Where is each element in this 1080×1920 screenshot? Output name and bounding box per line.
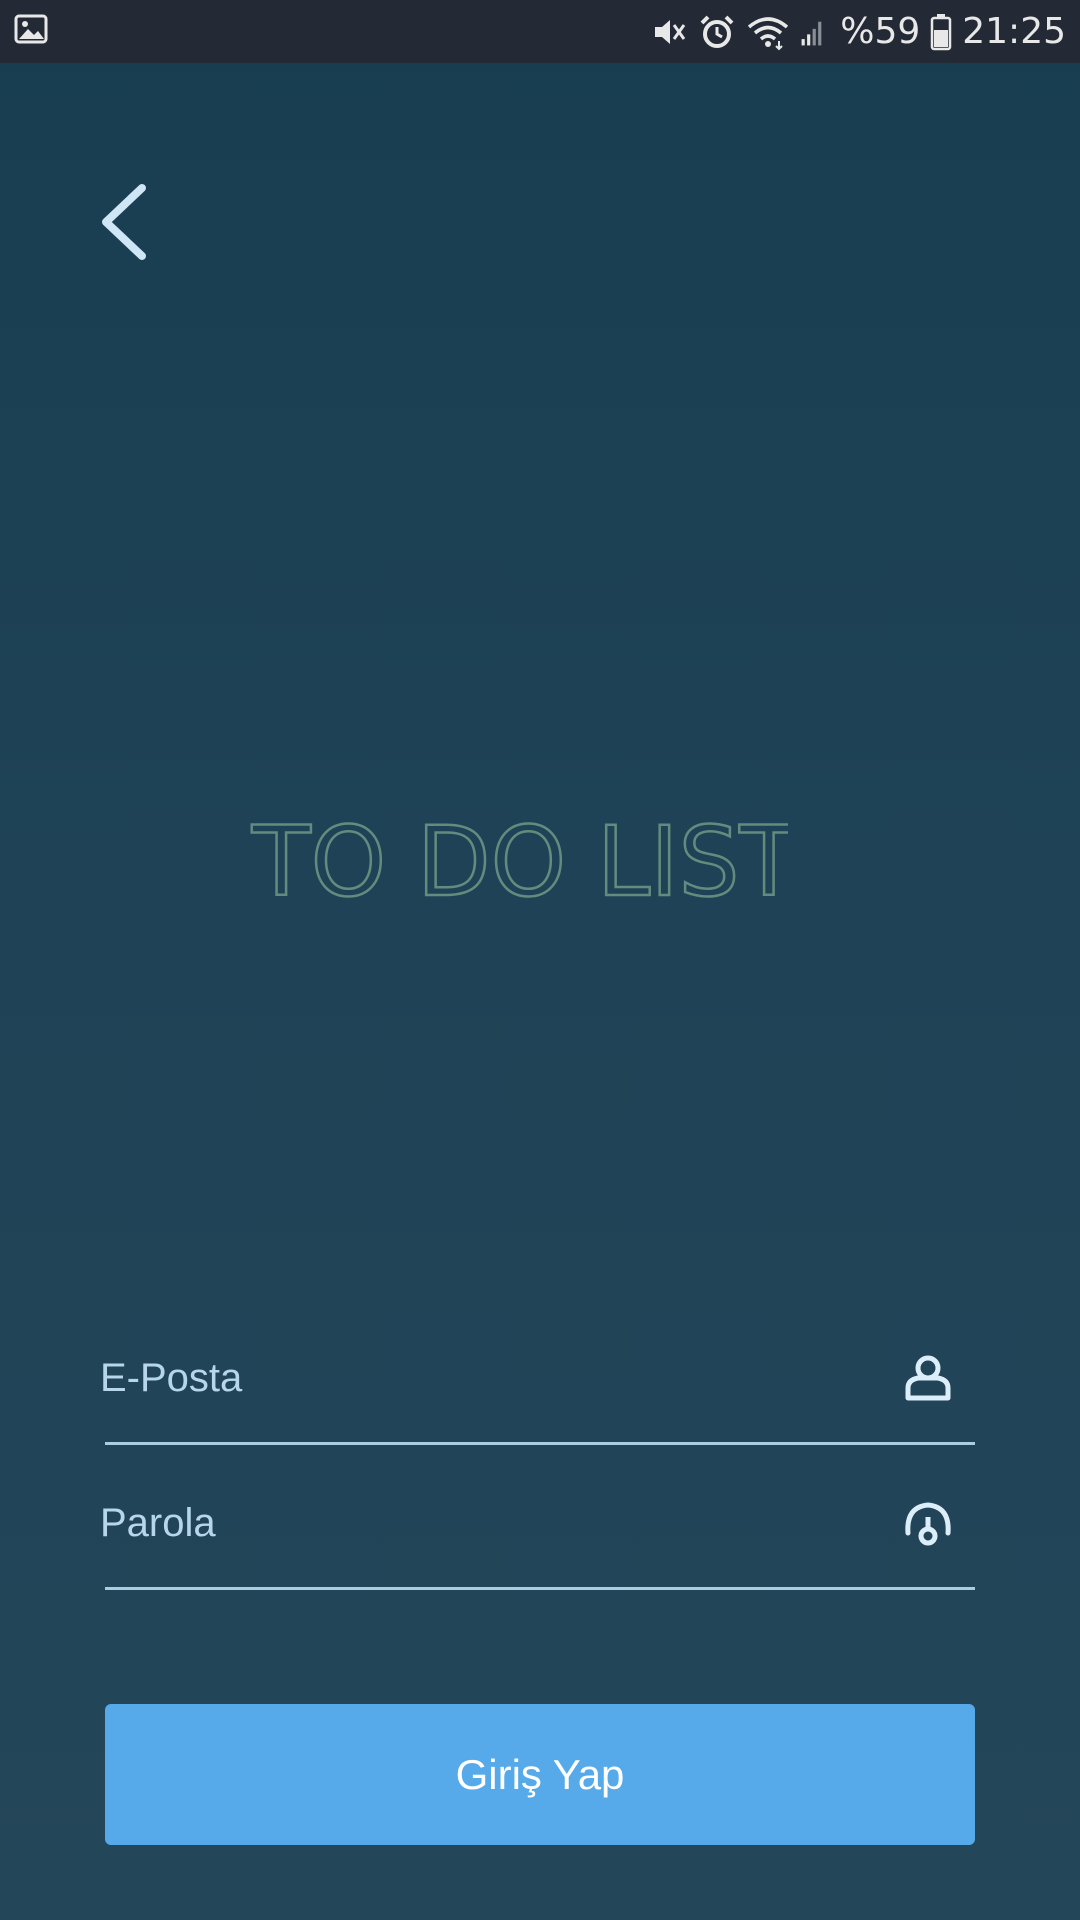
alarm-icon	[700, 15, 734, 48]
battery-icon	[931, 13, 952, 50]
battery-percentage: %59	[840, 11, 921, 52]
password-underline	[105, 1587, 975, 1590]
wifi-icon	[748, 16, 789, 50]
login-screen: %59 21:25 TO DO LIST E-Posta Giriş Yap	[0, 0, 1080, 1920]
login-button[interactable]: Giriş Yap	[105, 1704, 975, 1845]
signal-icon	[801, 21, 822, 45]
status-bar: %59 21:25	[0, 0, 1080, 63]
password-input[interactable]	[100, 1493, 800, 1553]
gallery-icon	[14, 14, 48, 44]
user-icon	[905, 1355, 951, 1401]
logo-text: TO DO LIST	[251, 806, 788, 918]
email-underline	[105, 1442, 975, 1445]
app-logo: TO DO LIST	[250, 805, 788, 920]
lock-icon	[905, 1502, 951, 1546]
status-icons: %59 21:25	[650, 0, 1066, 63]
back-arrow-icon[interactable]	[96, 180, 160, 264]
password-field[interactable]	[100, 1493, 976, 1643]
mute-icon	[655, 19, 686, 44]
email-field[interactable]	[100, 1348, 976, 1498]
clock: 21:25	[962, 11, 1066, 52]
email-input[interactable]	[100, 1348, 800, 1408]
